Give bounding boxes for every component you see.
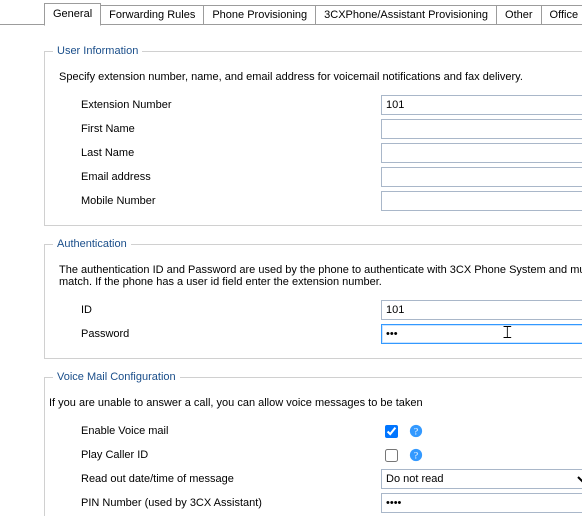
label-pin-number: PIN Number (used by 3CX Assistant) [81, 497, 381, 509]
auth-description: The authentication ID and Password are u… [59, 264, 582, 288]
tab-phone-provisioning[interactable]: Phone Provisioning [203, 5, 316, 25]
input-extension-number[interactable] [381, 95, 582, 115]
input-email-address[interactable] [381, 167, 582, 187]
label-auth-id: ID [81, 304, 381, 316]
tab-strip: General Forwarding Rules Phone Provision… [44, 4, 582, 25]
group-voicemail-legend: Voice Mail Configuration [53, 371, 180, 383]
help-icon[interactable]: ? [409, 448, 423, 462]
input-first-name[interactable] [381, 119, 582, 139]
tab-general[interactable]: General [44, 3, 101, 26]
checkbox-play-caller-id[interactable] [385, 449, 398, 462]
label-readout-datetime: Read out date/time of message [81, 473, 381, 485]
select-readout-datetime[interactable]: Do not read [381, 469, 582, 489]
tab-other[interactable]: Other [496, 5, 542, 25]
input-mobile-number[interactable] [381, 191, 582, 211]
group-authentication-legend: Authentication [53, 238, 131, 250]
tab-office-hours[interactable]: Office Hours [541, 5, 582, 25]
svg-text:?: ? [414, 451, 418, 462]
tab-forwarding-rules[interactable]: Forwarding Rules [100, 5, 204, 25]
user-info-description: Specify extension number, name, and emai… [59, 71, 582, 83]
input-auth-password[interactable] [381, 324, 582, 344]
checkbox-enable-voicemail[interactable] [385, 425, 398, 438]
svg-text:?: ? [414, 427, 418, 438]
help-icon[interactable]: ? [409, 424, 423, 438]
label-mobile-number: Mobile Number [81, 195, 381, 207]
label-last-name: Last Name [81, 147, 381, 159]
label-auth-password: Password [81, 328, 381, 340]
group-user-information-legend: User Information [53, 45, 142, 57]
group-voicemail-configuration: Voice Mail Configuration If you are unab… [44, 371, 582, 516]
label-play-caller-id: Play Caller ID [81, 449, 381, 461]
input-last-name[interactable] [381, 143, 582, 163]
label-first-name: First Name [81, 123, 381, 135]
input-auth-id[interactable] [381, 300, 582, 320]
tab-assistant-provisioning[interactable]: 3CXPhone/Assistant Provisioning [315, 5, 497, 25]
group-authentication: Authentication The authentication ID and… [44, 238, 582, 359]
voicemail-description: If you are unable to answer a call, you … [49, 397, 582, 409]
label-enable-voicemail: Enable Voice mail [81, 425, 381, 437]
input-pin-number[interactable] [381, 493, 582, 513]
label-extension-number: Extension Number [81, 99, 381, 111]
label-email-address: Email address [81, 171, 381, 183]
group-user-information: User Information Specify extension numbe… [44, 45, 582, 226]
